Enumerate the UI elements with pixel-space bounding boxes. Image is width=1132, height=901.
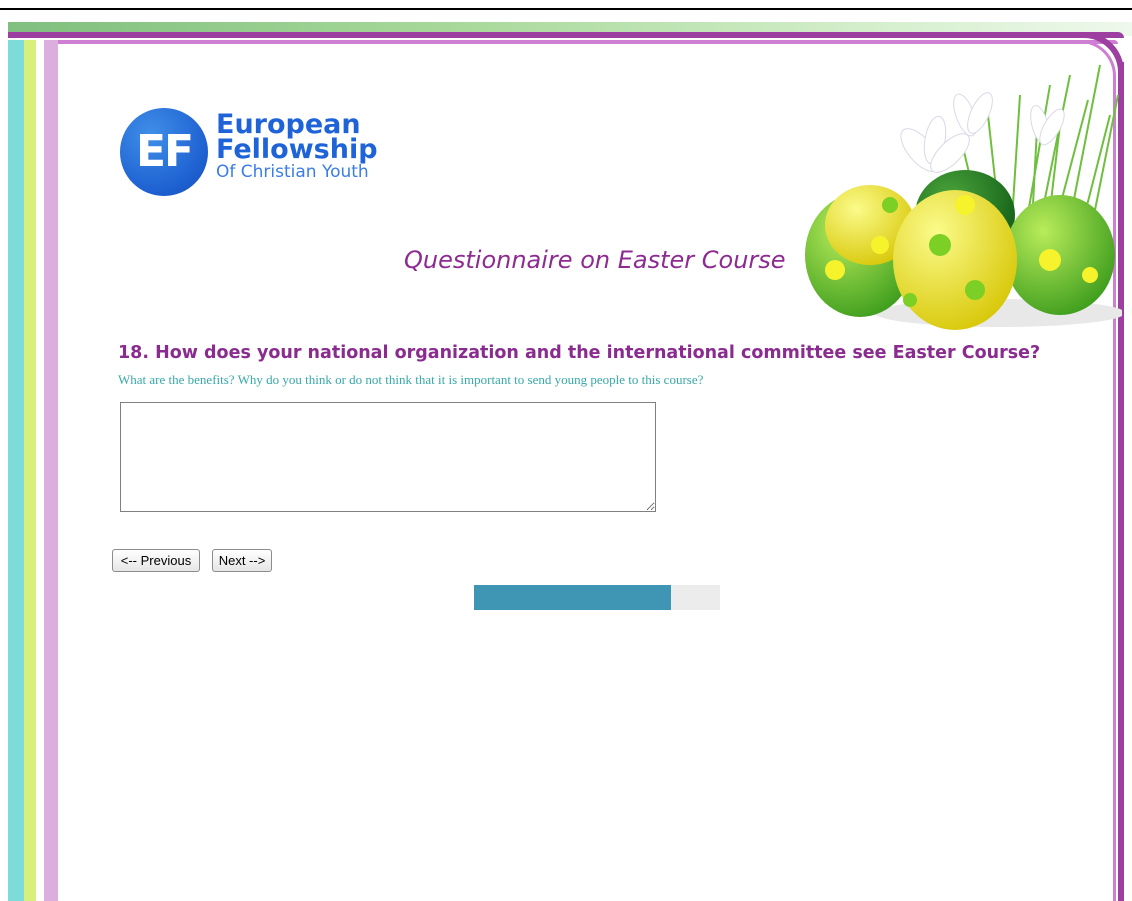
left-stripe-gap (36, 40, 44, 901)
left-stripe-teal (8, 40, 24, 901)
top-rule (0, 8, 1132, 10)
left-stripe-lilac (44, 40, 58, 901)
frame-top-inner (58, 40, 1118, 44)
easter-eggs-image (805, 64, 1122, 330)
progress-bar (474, 585, 720, 610)
previous-button[interactable]: <-- Previous (112, 549, 200, 572)
question-help-text: What are the benefits? Why do you think … (118, 372, 704, 387)
answer-textarea[interactable] (120, 402, 656, 512)
logo-line-christian-youth: Of Christian Youth (216, 162, 369, 182)
frame-top-outer (8, 32, 1124, 38)
logo-line-fellowship: Fellowship (216, 134, 378, 165)
question-title: 18. How does your national organization … (118, 343, 1041, 363)
site-logo: EF European Fellowship Of Christian Yout… (120, 106, 400, 196)
page-title: Questionnaire on Easter Course (404, 246, 786, 274)
logo-monogram: EF (120, 108, 208, 196)
left-stripe-lime (24, 40, 36, 901)
next-button[interactable]: Next --> (212, 549, 272, 572)
logo-wordmark: European Fellowship Of Christian Youth (216, 111, 378, 182)
progress-bar-fill (474, 585, 671, 610)
